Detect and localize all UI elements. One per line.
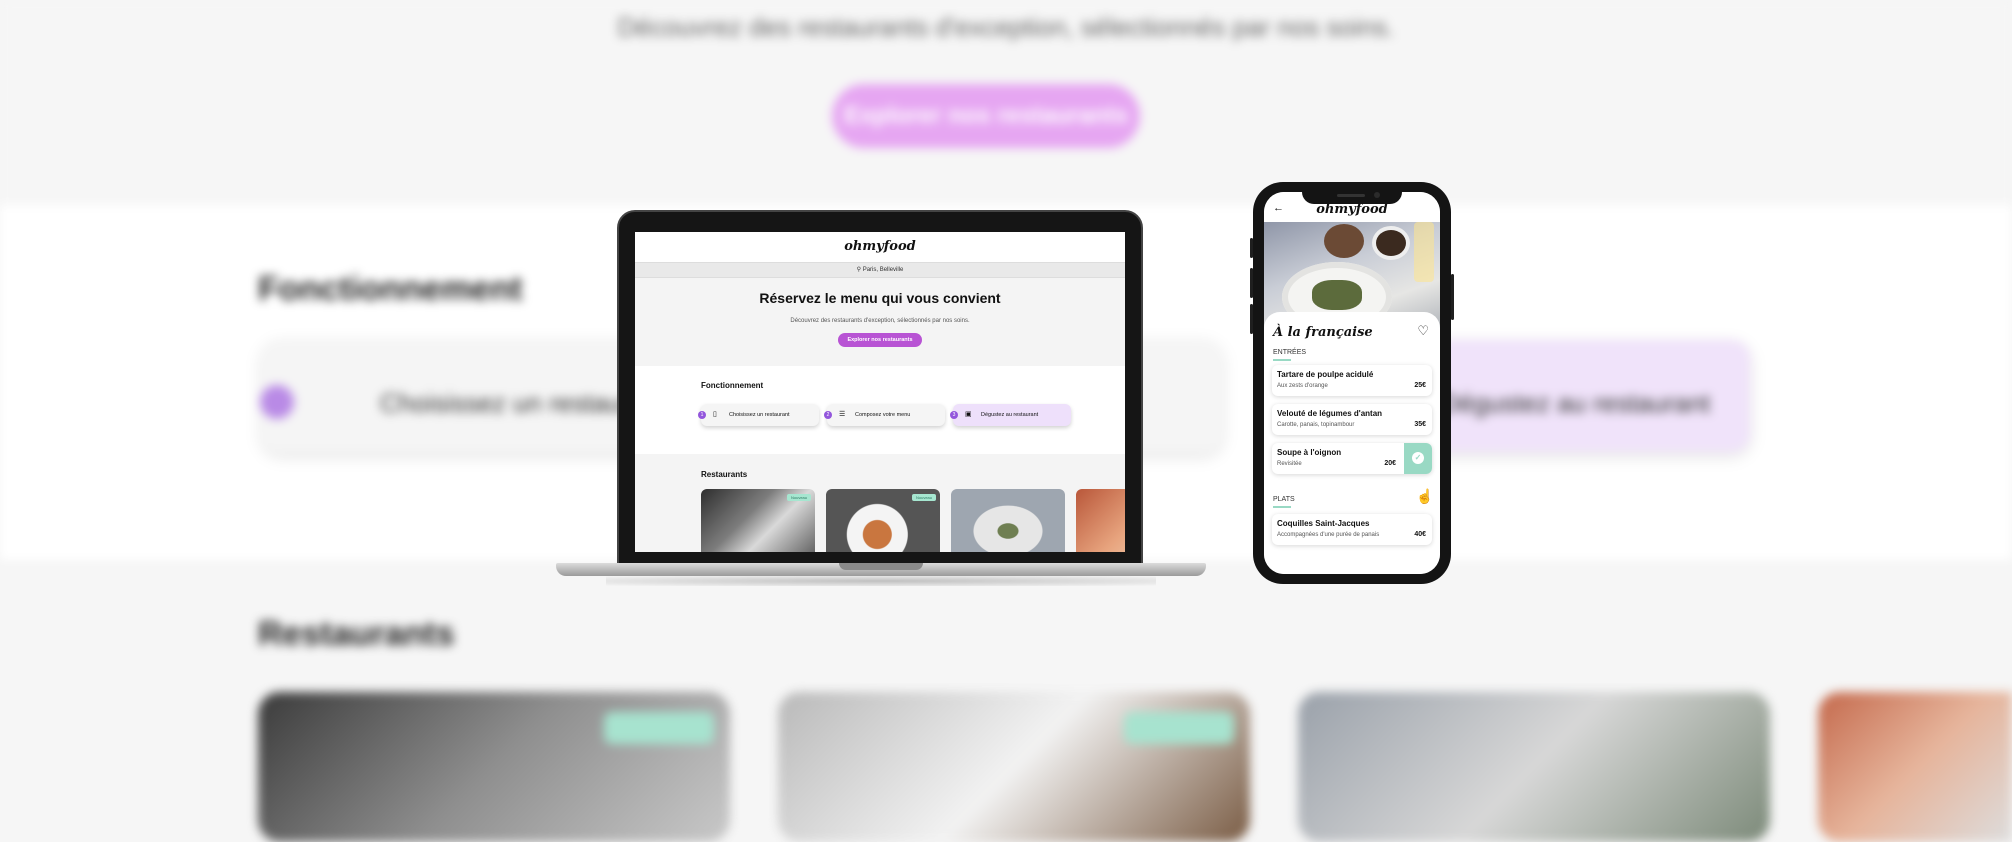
menu-item-name: Coquilles Saint-Jacques (1277, 519, 1370, 528)
menu-item-desc: Carotte, panais, topinambour (1277, 422, 1355, 428)
location-pin-icon: ⚲ (856, 267, 862, 273)
step-number: 3 (950, 411, 958, 419)
step-card-1: 1 ▯ Choisissez un restaurant (698, 404, 819, 426)
phone-camera (1374, 192, 1380, 198)
step-number: 1 (698, 411, 706, 419)
menu-item-name: Soupe à l'oignon (1277, 448, 1342, 457)
menu-item[interactable]: Velouté de légumes d'antan Carotte, pana… (1272, 404, 1432, 435)
phone-side-button (1451, 274, 1454, 320)
step-label: Choisissez un restaurant (729, 412, 790, 418)
menu-sheet: À la française ♡ ENTRÉES Tartare de poul… (1264, 312, 1440, 574)
menu-item-price: 25€ (1414, 382, 1426, 389)
bg-new-badge (1124, 712, 1234, 744)
hand-cursor-icon: ☝ (1416, 488, 1434, 504)
section-underline (1273, 359, 1291, 361)
bg-section-title-how: Fonctionnement (258, 270, 523, 308)
menu-item-name: Tartare de poulpe acidulé (1277, 370, 1374, 379)
calendar-icon: ▣ (965, 411, 972, 418)
app-logo: ohmyfood (1316, 202, 1388, 217)
hero-subtitle: Découvrez des restaurants d'exception, s… (790, 318, 970, 324)
laptop-mockup: ohmyfood ⚲ Paris, Belleville Réservez le… (556, 210, 1206, 588)
phone-icon: ▯ (713, 411, 717, 418)
heart-icon[interactable]: ♡ (1417, 323, 1429, 339)
bg-subtitle: Découvrez des restaurants d'exception, s… (617, 12, 1395, 42)
menu-item-desc: Aux zests d'orange (1277, 383, 1328, 389)
check-icon: ✓ (1412, 452, 1424, 464)
phone-notch (1302, 182, 1402, 204)
list-icon: ☰ (839, 411, 846, 418)
bg-step-number (260, 385, 294, 419)
phone-mockup: ← ohmyfood À la française ♡ ENTRÉES Tart… (1250, 182, 1454, 584)
step-card-2: 2 ☰ Composez votre menu (824, 404, 945, 426)
step-label: Composez votre menu (855, 412, 911, 418)
step-label: Dégustez au restaurant (981, 412, 1039, 418)
menu-section-title: ENTRÉES (1273, 349, 1307, 356)
bg-step-text-right: Dégustez au restaurant (1440, 388, 1711, 418)
menu-item-selected[interactable]: Soupe à l'oignon Revisitée 20€ ✓ (1272, 443, 1432, 474)
menu-item-price: 40€ (1414, 531, 1426, 538)
hero-title: Réservez le menu qui vous convient (759, 290, 1001, 306)
selected-check-panel[interactable]: ✓ (1404, 443, 1432, 474)
restaurant-title: À la française (1273, 325, 1373, 340)
step-number: 2 (824, 411, 832, 419)
laptop-notch (839, 563, 923, 570)
restaurant-card[interactable] (951, 489, 1065, 552)
location-bar: ⚲ Paris, Belleville (635, 262, 1125, 278)
site-hero: Réservez le menu qui vous convient Décou… (635, 278, 1125, 366)
laptop-screen: ohmyfood ⚲ Paris, Belleville Réservez le… (635, 232, 1125, 552)
step-card-3: 3 ▣ Dégustez au restaurant (950, 404, 1071, 426)
menu-item-price: 35€ (1414, 421, 1426, 428)
bg-section-title-restaurants: Restaurants (258, 615, 455, 653)
site-logo[interactable]: ohmyfood (635, 232, 1125, 262)
restaurants-title: Restaurants (701, 470, 748, 479)
menu-item[interactable]: Coquilles Saint-Jacques Accompagnées d'u… (1272, 514, 1432, 545)
menu-section-title: PLATS (1273, 496, 1295, 503)
menu-item-price: 20€ (1384, 460, 1396, 467)
bg-new-badge (604, 712, 714, 744)
phone-speaker (1337, 194, 1365, 197)
location-text: Paris, Belleville (862, 267, 904, 273)
new-badge: Nouveau (911, 494, 936, 501)
restaurant-card[interactable]: Nouveau (826, 489, 940, 552)
bg-restaurant-card (1818, 692, 2012, 842)
menu-item[interactable]: Tartare de poulpe acidulé Aux zests d'or… (1272, 365, 1432, 396)
phone-screen: ← ohmyfood À la française ♡ ENTRÉES Tart… (1264, 192, 1440, 574)
restaurant-card[interactable]: Nouveau (701, 489, 815, 552)
section-underline (1273, 506, 1291, 508)
explore-button[interactable]: Explorer nos restaurants (838, 333, 922, 347)
new-badge: Nouveau (786, 494, 811, 501)
menu-item-desc: Revisitée (1277, 461, 1302, 467)
menu-item-desc: Accompagnées d'une purée de panais (1277, 532, 1380, 538)
bg-cta-button: Explorer nos restaurants (832, 84, 1140, 148)
restaurant-card[interactable] (1076, 489, 1125, 552)
laptop-shadow (606, 576, 1156, 586)
menu-item-name: Velouté de légumes d'antan (1277, 409, 1383, 418)
how-it-works-title: Fonctionnement (701, 381, 764, 390)
bg-restaurant-card (1298, 692, 1770, 842)
